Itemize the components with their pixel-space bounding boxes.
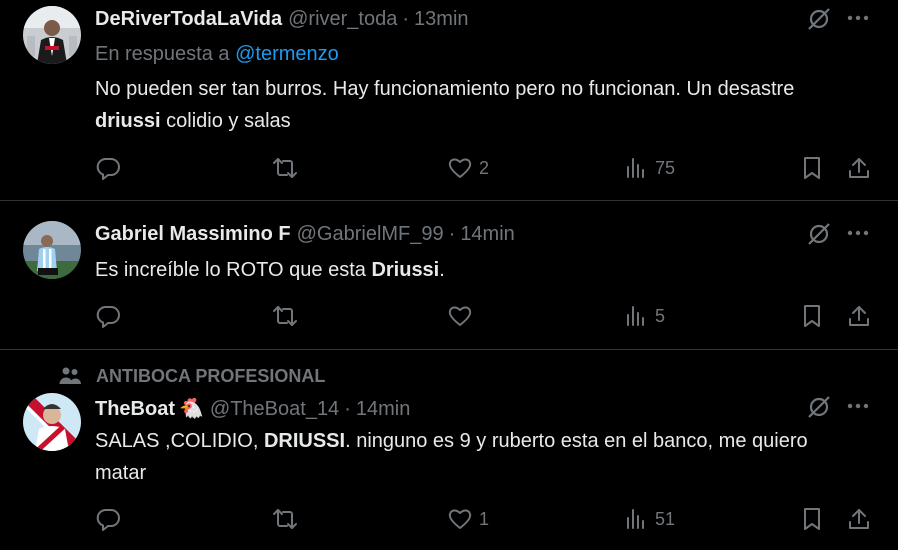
text-bold-segment: driussi: [95, 110, 161, 132]
grok-icon[interactable]: [806, 221, 832, 252]
reply-button[interactable]: [95, 153, 121, 183]
text-segment: .: [439, 259, 445, 281]
like-button[interactable]: [447, 301, 473, 331]
text-segment: colidio y salas: [160, 110, 291, 132]
views-button[interactable]: 51: [623, 504, 675, 534]
grok-icon[interactable]: [806, 394, 832, 425]
tweet-actions: 1 51: [0, 504, 898, 534]
community-icon: [59, 367, 81, 384]
views-count: 51: [655, 508, 676, 529]
views-icon: [627, 306, 644, 326]
retweet-icon: [273, 306, 297, 326]
community-context[interactable]: ANTIBOCA PROFESIONAL: [58, 364, 325, 388]
share-icon: [849, 306, 869, 326]
bookmark-button[interactable]: [799, 301, 825, 331]
tweet-actions: 2 75: [0, 153, 898, 183]
share-button[interactable]: [846, 504, 872, 534]
grok-icon[interactable]: [806, 6, 832, 37]
reply-prefix: En respuesta a: [95, 43, 230, 65]
reply-icon: [96, 158, 120, 180]
community-name: ANTIBOCA PROFESIONAL: [96, 365, 326, 386]
tweet-3[interactable]: ANTIBOCA PROFESIONAL TheBoat 🐔 @TheBoat_…: [0, 350, 898, 550]
text-segment: SALAS ,COLIDIO,: [95, 430, 264, 452]
tweet-actions: 5: [0, 301, 898, 331]
views-button[interactable]: 5: [623, 301, 665, 331]
views-count: 75: [655, 157, 676, 178]
views-icon: [627, 509, 644, 529]
share-button[interactable]: [846, 301, 872, 331]
bookmark-icon: [804, 508, 820, 530]
tweet-2[interactable]: Gabriel Massimino F @GabrielMF_99 · 14mi…: [0, 201, 898, 349]
more-icon[interactable]: [846, 394, 870, 423]
text-bold-segment: Driussi: [371, 259, 440, 281]
like-button[interactable]: 2: [447, 153, 489, 183]
reply-context: En respuesta a @termenzo: [95, 43, 339, 66]
reply-button[interactable]: [95, 504, 121, 534]
reply-icon: [96, 306, 120, 328]
heart-icon: [448, 158, 472, 178]
retweet-button[interactable]: [272, 301, 298, 331]
reply-icon: [96, 509, 120, 531]
retweet-button[interactable]: [272, 504, 298, 534]
heart-icon: [448, 306, 472, 326]
bookmark-button[interactable]: [799, 153, 825, 183]
bookmark-button[interactable]: [799, 504, 825, 534]
text-bold-segment: DRIUSSI: [263, 430, 346, 452]
share-icon: [849, 509, 869, 529]
like-button[interactable]: 1: [447, 504, 489, 534]
text-segment: No pueden ser tan burros. Hay funcionami…: [95, 78, 795, 100]
text-segment: Es increíble lo ROTO que esta: [95, 259, 372, 281]
like-count: 2: [479, 157, 490, 178]
retweet-icon: [273, 158, 297, 178]
tweet-text: SALAS ,COLIDIO, DRIUSSI. ninguno es 9 y …: [95, 425, 855, 489]
views-button[interactable]: 75: [623, 153, 675, 183]
share-button[interactable]: [846, 153, 872, 183]
reply-button[interactable]: [95, 301, 121, 331]
retweet-icon: [273, 509, 297, 529]
reply-mention-link[interactable]: @termenzo: [235, 43, 339, 65]
retweet-button[interactable]: [272, 153, 298, 183]
heart-icon: [448, 509, 472, 529]
tweet-1[interactable]: DeRiverTodaLaVida @river_toda · 13min En…: [0, 0, 898, 200]
tweet-text: No pueden ser tan burros. Hay funcionami…: [95, 73, 855, 137]
views-icon: [627, 158, 644, 178]
more-icon[interactable]: [846, 221, 870, 250]
bookmark-icon: [804, 305, 820, 327]
share-icon: [849, 158, 869, 178]
more-icon[interactable]: [846, 6, 870, 35]
like-count: 1: [479, 508, 490, 529]
tweet-text: Es increíble lo ROTO que esta Driussi.: [95, 254, 855, 286]
views-count: 5: [655, 305, 666, 326]
bookmark-icon: [804, 157, 820, 179]
